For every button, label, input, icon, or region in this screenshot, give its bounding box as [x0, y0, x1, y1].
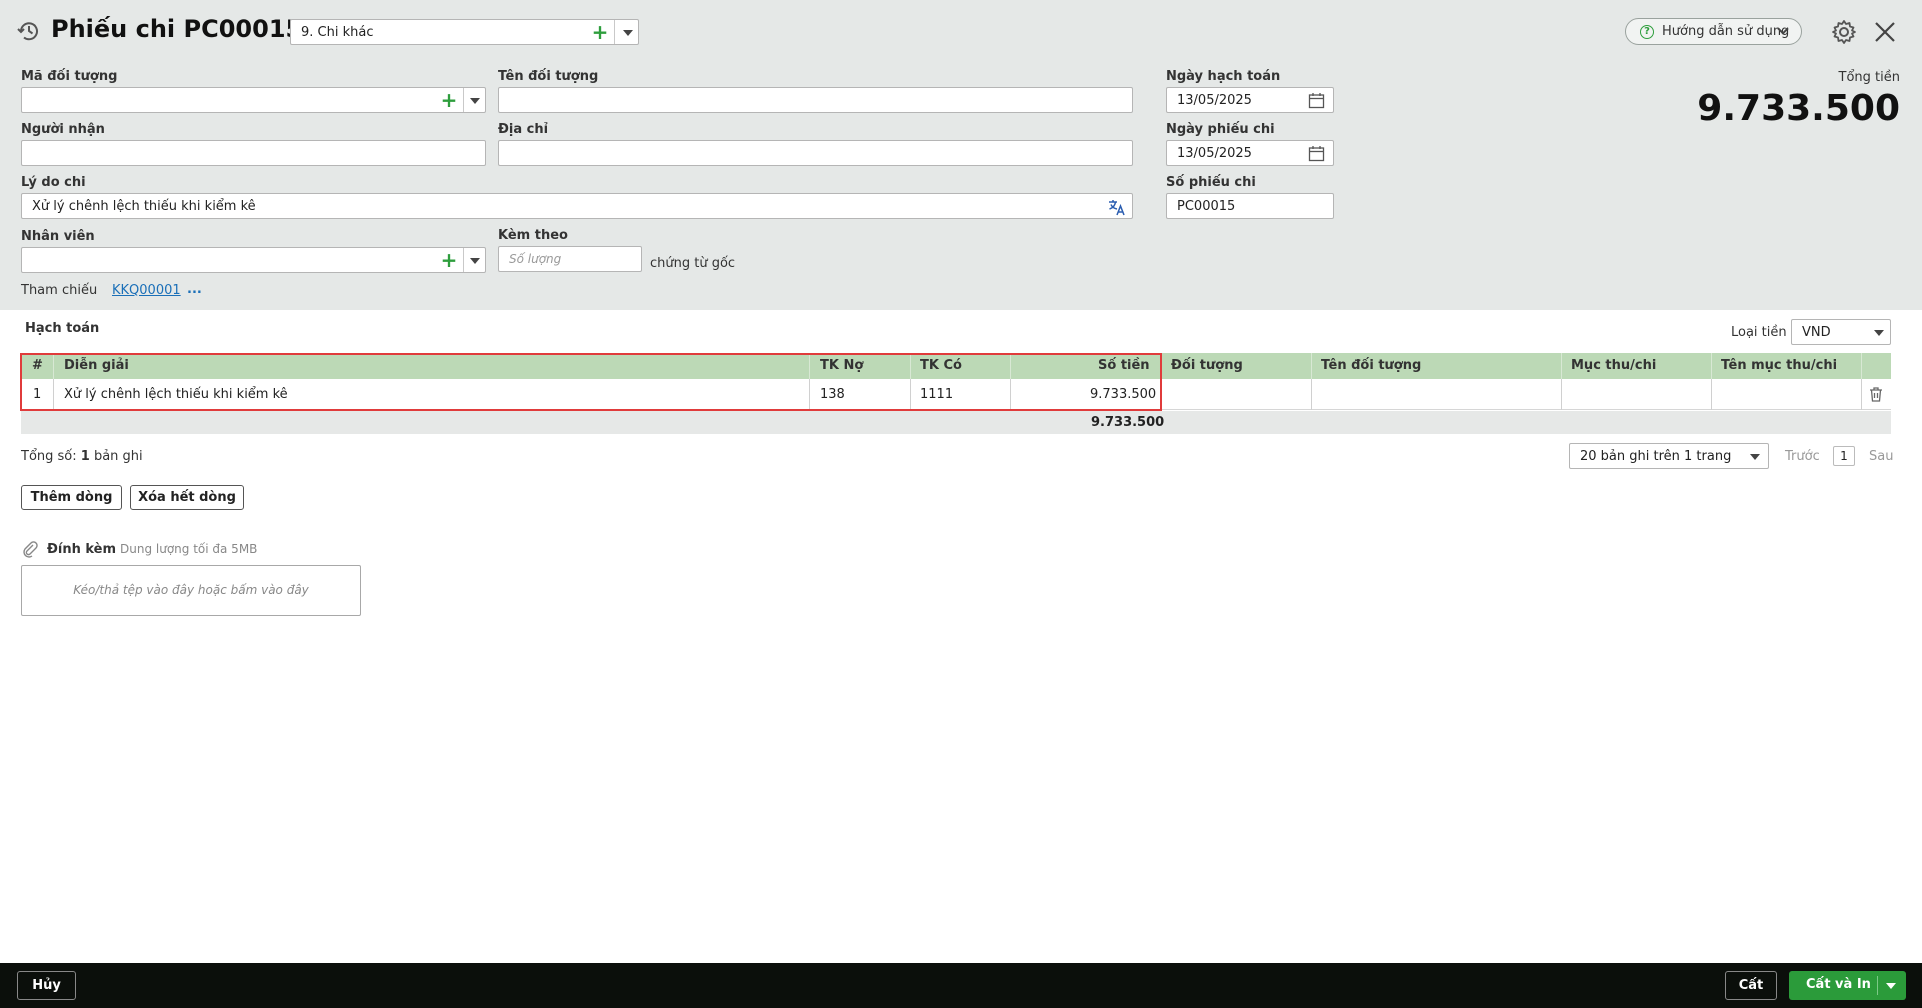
footer-total: 9.733.500	[1091, 415, 1165, 430]
chevron-down-icon[interactable]	[470, 98, 480, 104]
page-size-value: 20 bản ghi trên 1 trang	[1580, 449, 1732, 464]
total-label: Tổng tiền	[1838, 70, 1900, 85]
col-muc-thu-chi[interactable]: Mục thu/chi	[1571, 358, 1656, 373]
col-doi-tuong[interactable]: Đối tượng	[1171, 358, 1243, 373]
add-icon[interactable]: +	[589, 21, 611, 43]
ly-do-chi-input[interactable]: Xử lý chênh lệch thiếu khi kiểm kê	[21, 193, 1133, 219]
nguoi-nhan-input[interactable]	[21, 140, 486, 166]
ngay-hach-toan-label: Ngày hạch toán	[1166, 69, 1281, 84]
nhan-vien-input[interactable]: +	[21, 247, 486, 273]
help-label: Hướng dẫn sử dụng	[1662, 24, 1790, 39]
save-print-button[interactable]: Cất và In	[1789, 971, 1906, 1000]
history-icon[interactable]	[16, 18, 42, 44]
so-phieu-chi-input[interactable]: PC00015	[1166, 193, 1334, 219]
ly-do-chi-value: Xử lý chênh lệch thiếu khi kiểm kê	[32, 199, 256, 214]
record-count-value: 1	[80, 449, 90, 464]
kem-theo-suffix: chứng từ gốc	[650, 256, 736, 271]
total-amount: 9.733.500	[1697, 88, 1900, 129]
dia-chi-label: Địa chỉ	[498, 122, 549, 137]
tham-chieu-more[interactable]: ...	[187, 282, 202, 297]
currency-label: Loại tiền	[1731, 325, 1787, 340]
currency-select[interactable]: VND	[1791, 319, 1891, 345]
footer-bar: Hủy Cất Cất và In	[0, 963, 1922, 1008]
record-count: Tổng số: 1 bản ghi	[21, 449, 143, 464]
tham-chieu-label: Tham chiếu	[21, 283, 98, 298]
cancel-button[interactable]: Hủy	[17, 971, 76, 1000]
add-icon[interactable]: +	[438, 89, 460, 111]
record-prefix: Tổng số:	[21, 449, 77, 464]
ngay-phieu-chi-label: Ngày phiếu chi	[1166, 122, 1275, 137]
chevron-down-icon	[1750, 454, 1760, 460]
page-title: Phiếu chi PC00015	[51, 15, 303, 43]
calendar-icon[interactable]	[1308, 145, 1325, 162]
calendar-icon[interactable]	[1308, 92, 1325, 109]
translate-icon[interactable]	[1108, 198, 1126, 216]
kem-theo-label: Kèm theo	[498, 228, 568, 243]
currency-value: VND	[1802, 325, 1831, 340]
chevron-down-icon[interactable]	[623, 30, 633, 36]
chevron-down-icon[interactable]	[1886, 983, 1896, 989]
clear-rows-button[interactable]: Xóa hết dòng	[130, 485, 244, 510]
col-ten-doi-tuong[interactable]: Tên đối tượng	[1321, 358, 1421, 373]
so-phieu-chi-value: PC00015	[1177, 199, 1236, 214]
gear-icon[interactable]	[1831, 19, 1857, 45]
hach-toan-title: Hạch toán	[25, 321, 100, 336]
nguoi-nhan-label: Người nhận	[21, 122, 105, 137]
attachment-label: Đính kèm	[47, 542, 117, 557]
ten-doi-tuong-label: Tên đối tượng	[498, 69, 599, 84]
dia-chi-input[interactable]	[498, 140, 1133, 166]
attachment-hint: Dung lượng tối đa 5MB	[120, 542, 258, 556]
page-size-select[interactable]: 20 bản ghi trên 1 trang	[1569, 443, 1769, 469]
ngay-phieu-chi-input[interactable]: 13/05/2025	[1166, 140, 1334, 166]
add-row-button[interactable]: Thêm dòng	[21, 485, 122, 510]
next-page[interactable]: Sau	[1869, 449, 1893, 464]
save-print-label: Cất và In	[1806, 977, 1871, 992]
paperclip-icon	[23, 541, 38, 558]
so-phieu-chi-label: Số phiếu chi	[1166, 175, 1256, 190]
tham-chieu-link[interactable]: KKQ00001	[112, 283, 181, 298]
help-button[interactable]: ? Hướng dẫn sử dụng	[1625, 18, 1802, 45]
ngay-hach-toan-input[interactable]: 13/05/2025	[1166, 87, 1334, 113]
kem-theo-placeholder: Số lượng	[509, 252, 562, 266]
record-suffix: bản ghi	[93, 449, 143, 464]
grid-footer: 9.733.500	[21, 411, 1891, 434]
voucher-type-select[interactable]: 9. Chi khác +	[290, 19, 639, 45]
attachment-dropzone[interactable]: Kéo/thả tệp vào đây hoặc bấm vào đây	[21, 565, 361, 616]
highlight-box	[20, 353, 1162, 411]
dropzone-text: Kéo/thả tệp vào đây hoặc bấm vào đây	[73, 583, 309, 597]
chevron-down-icon	[1874, 330, 1884, 336]
nhan-vien-label: Nhân viên	[21, 229, 95, 244]
kem-theo-input[interactable]: Số lượng	[498, 246, 642, 272]
col-ten-muc-thu-chi[interactable]: Tên mục thu/chi	[1721, 358, 1837, 373]
ten-doi-tuong-input[interactable]	[498, 87, 1133, 113]
prev-page[interactable]: Trước	[1785, 449, 1820, 464]
save-button[interactable]: Cất	[1725, 971, 1777, 1000]
ma-doi-tuong-input[interactable]: +	[21, 87, 486, 113]
voucher-type-value: 9. Chi khác	[301, 25, 374, 40]
add-icon[interactable]: +	[438, 249, 460, 271]
question-icon: ?	[1640, 25, 1654, 39]
chevron-down-icon[interactable]	[470, 258, 480, 264]
ly-do-chi-label: Lý do chi	[21, 175, 86, 190]
ngay-hach-toan-value: 13/05/2025	[1177, 93, 1252, 108]
trash-icon[interactable]	[1868, 386, 1884, 402]
ngay-phieu-chi-value: 13/05/2025	[1177, 146, 1252, 161]
ma-doi-tuong-label: Mã đối tượng	[21, 69, 118, 84]
page-number[interactable]: 1	[1833, 446, 1855, 466]
close-icon[interactable]	[1873, 20, 1897, 44]
